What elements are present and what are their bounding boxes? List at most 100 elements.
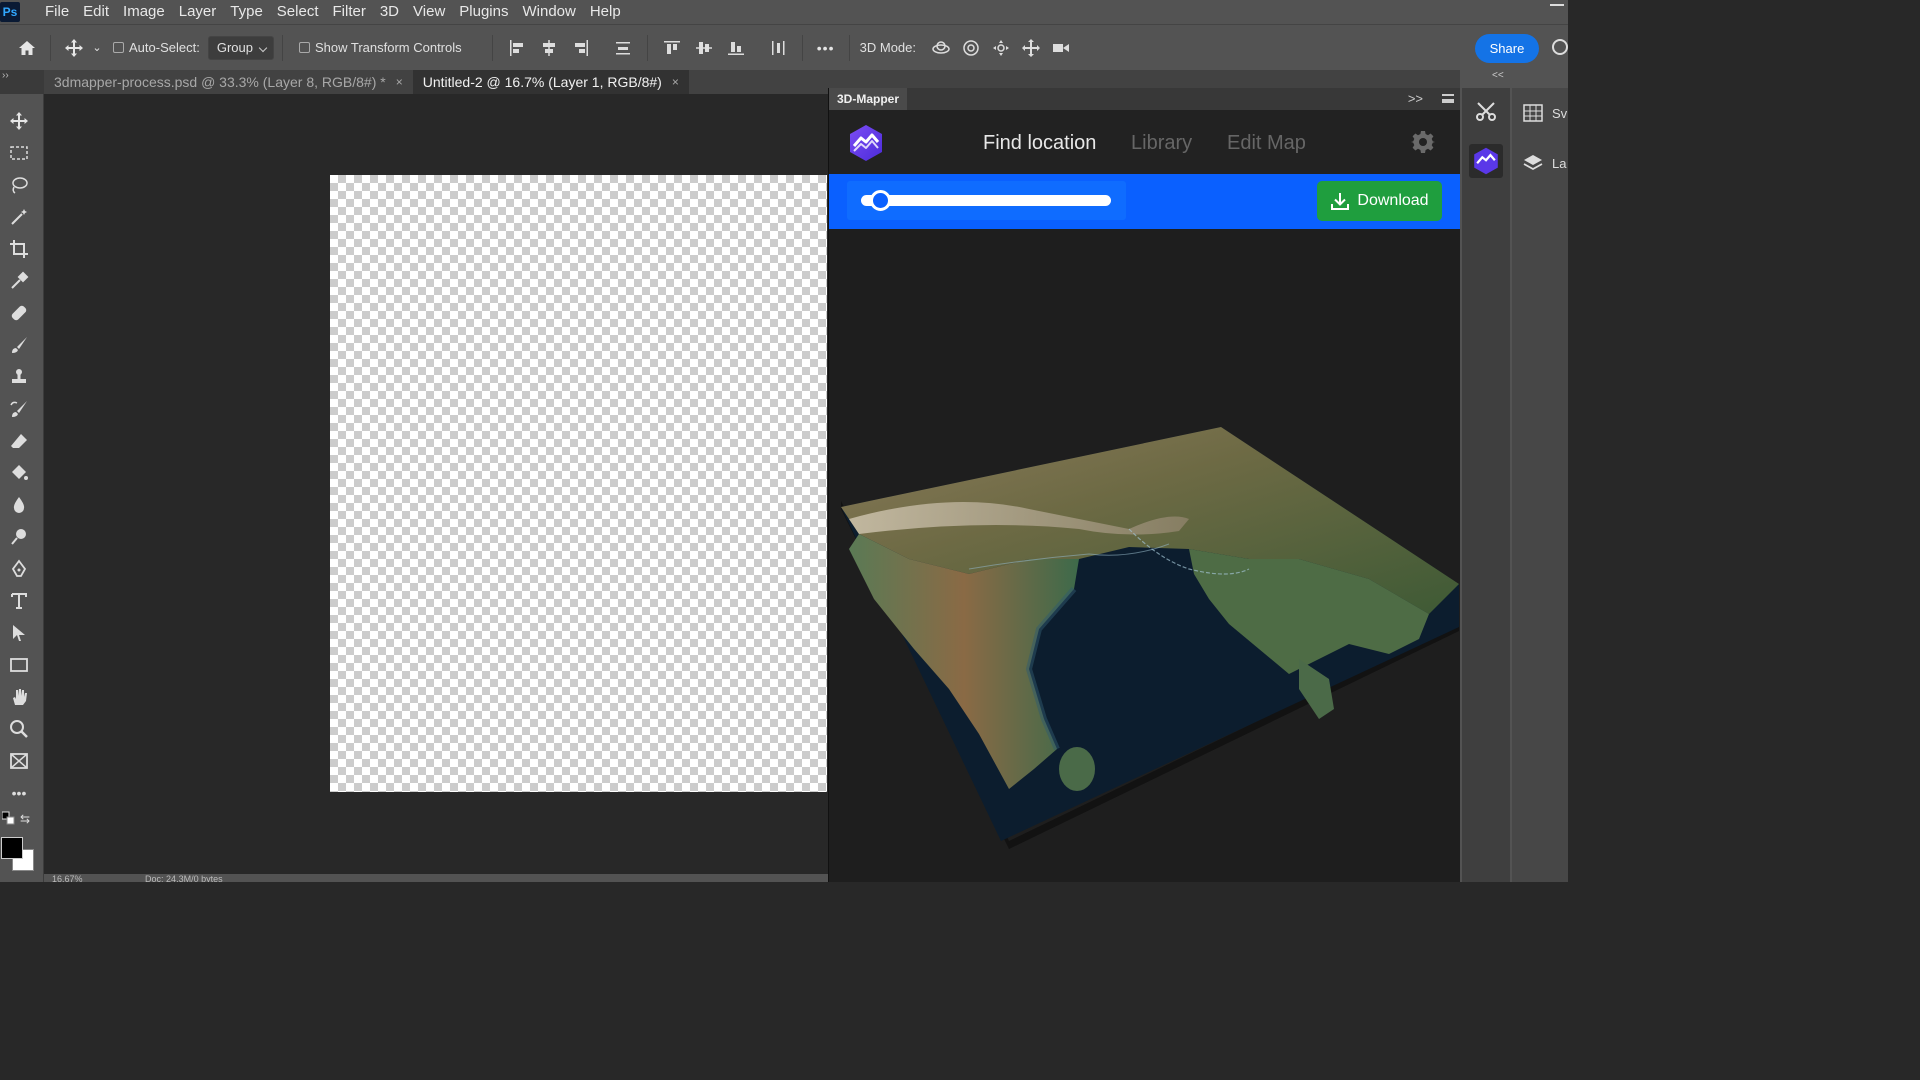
video-camera-icon[interactable] [1046,33,1076,63]
roll-3d-icon[interactable] [956,33,986,63]
layers-panel-button[interactable]: La [1522,152,1566,174]
collapse-panels-icon[interactable]: << [1492,70,1504,81]
more-options-icon[interactable]: ••• [811,33,841,63]
move-tool-icon[interactable] [59,33,89,63]
brush-tool-icon[interactable] [6,332,32,358]
panel-list: Sv La [1512,88,1568,882]
tab-label: 3dmapper-process.psd @ 33.3% (Layer 8, R… [54,74,386,90]
menu-layer[interactable]: Layer [172,1,224,23]
menu-type[interactable]: Type [223,1,270,23]
doc-size: Doc: 24.3M/0 bytes [145,874,223,882]
3d-map-view[interactable] [829,229,1461,882]
show-transform-label: Show Transform Controls [314,40,462,55]
magic-wand-icon[interactable] [6,204,32,230]
panel-header: 3D-Mapper >> [829,88,1461,110]
panel-label: Sv [1552,105,1568,121]
status-bar: 16.67% Doc: 24.3M/0 bytes [44,874,828,882]
close-icon[interactable]: × [396,75,403,89]
3d-mapper-dock-icon[interactable] [1469,144,1503,178]
move-tool-icon[interactable] [6,108,32,134]
zoom-tool-icon[interactable] [6,716,32,742]
auto-select-label: Auto-Select: [129,40,200,55]
nav-library[interactable]: Library [1131,132,1192,155]
clone-stamp-icon[interactable] [6,364,32,390]
tools-scissors-icon[interactable] [1469,94,1503,128]
menu-edit[interactable]: Edit [76,1,116,23]
history-brush-icon[interactable] [6,396,32,422]
auto-select-checkbox[interactable]: Auto-Select: [113,40,200,55]
menu-file[interactable]: File [38,1,76,23]
minimize-icon[interactable] [1550,4,1564,6]
photoshop-logo-icon: Ps [0,2,20,22]
menu-select[interactable]: Select [270,1,326,23]
3d-terrain-map[interactable] [829,229,1461,882]
nav-edit-map[interactable]: Edit Map [1227,132,1306,155]
slider-track[interactable] [861,195,1111,206]
lasso-tool-icon[interactable] [6,172,32,198]
swap-colors-icon[interactable]: ⇆ [18,812,32,826]
dodge-tool-icon[interactable] [6,524,32,550]
menu-window[interactable]: Window [515,1,582,23]
swatches-panel-button[interactable]: Sv [1522,102,1567,124]
align-top-icon[interactable] [656,33,688,63]
rectangle-tool-icon[interactable] [6,652,32,678]
distribute-vertical-icon[interactable] [607,33,639,63]
align-middle-v-icon[interactable] [688,33,720,63]
paint-bucket-icon[interactable] [6,460,32,486]
orbit-3d-icon[interactable] [926,33,956,63]
plugin-nav: Find location Library Edit Map [829,110,1461,174]
transparent-document-canvas[interactable] [330,175,827,792]
download-icon [1331,193,1350,210]
auto-select-dropdown[interactable]: Group [207,35,274,60]
collapse-toolbox-icon[interactable]: ›› [0,70,44,94]
foreground-color-swatch[interactable] [1,837,23,859]
menu-plugins[interactable]: Plugins [452,1,515,23]
home-icon[interactable] [12,33,42,63]
download-button[interactable]: Download [1317,181,1442,221]
align-bottom-icon[interactable] [720,33,752,63]
panel-title[interactable]: 3D-Mapper [829,88,908,110]
more-tools-icon[interactable]: ••• [6,780,32,806]
menu-view[interactable]: View [406,1,452,23]
frame-tool-icon[interactable] [6,748,32,774]
distribute-horizontal-icon[interactable] [762,33,794,63]
align-center-h-icon[interactable] [533,33,565,63]
crop-tool-icon[interactable] [6,236,32,262]
tab-3dmapper-process[interactable]: 3dmapper-process.psd @ 33.3% (Layer 8, R… [44,70,413,94]
menu-bar: Ps File Edit Image Layer Type Select Fil… [0,0,1568,24]
checkbox-box[interactable] [113,42,124,53]
align-left-icon[interactable] [501,33,533,63]
menu-3d[interactable]: 3D [373,1,406,23]
panel-menu-icon[interactable] [1442,94,1454,103]
gear-icon[interactable] [1411,130,1435,154]
menu-filter[interactable]: Filter [326,1,373,23]
expand-icon[interactable]: >> [1408,91,1423,106]
marquee-tool-icon[interactable] [6,140,32,166]
slide-3d-icon[interactable] [1016,33,1046,63]
align-right-icon[interactable] [565,33,597,63]
options-bar: ⌄ Auto-Select: Group Show Transform Cont… [0,24,1568,70]
pen-tool-icon[interactable] [6,556,32,582]
show-transform-checkbox[interactable]: Show Transform Controls [298,40,462,55]
pan-3d-icon[interactable] [986,33,1016,63]
default-colors-icon[interactable] [2,811,16,826]
menu-image[interactable]: Image [116,1,172,23]
type-tool-icon[interactable] [6,588,32,614]
panel-label: La [1552,155,1567,171]
nav-find-location[interactable]: Find location [983,132,1096,155]
slider-thumb[interactable] [870,190,892,211]
toolbox: ••• ⇆ [0,94,44,882]
checkbox-box[interactable] [298,42,310,53]
close-icon[interactable]: × [672,75,679,89]
share-button[interactable]: Share [1475,34,1539,63]
menu-help[interactable]: Help [583,1,628,23]
eraser-tool-icon[interactable] [6,428,32,454]
healing-brush-icon[interactable] [6,300,32,326]
tab-untitled-2[interactable]: Untitled-2 @ 16.7% (Layer 1, RGB/8#) × [412,70,689,94]
chevron-down-icon[interactable]: ⌄ [89,33,105,63]
path-selection-icon[interactable] [6,620,32,646]
blur-tool-icon[interactable] [6,492,32,518]
eyedropper-icon[interactable] [6,268,32,294]
hand-tool-icon[interactable] [6,684,32,710]
search-icon[interactable] [1552,39,1568,55]
